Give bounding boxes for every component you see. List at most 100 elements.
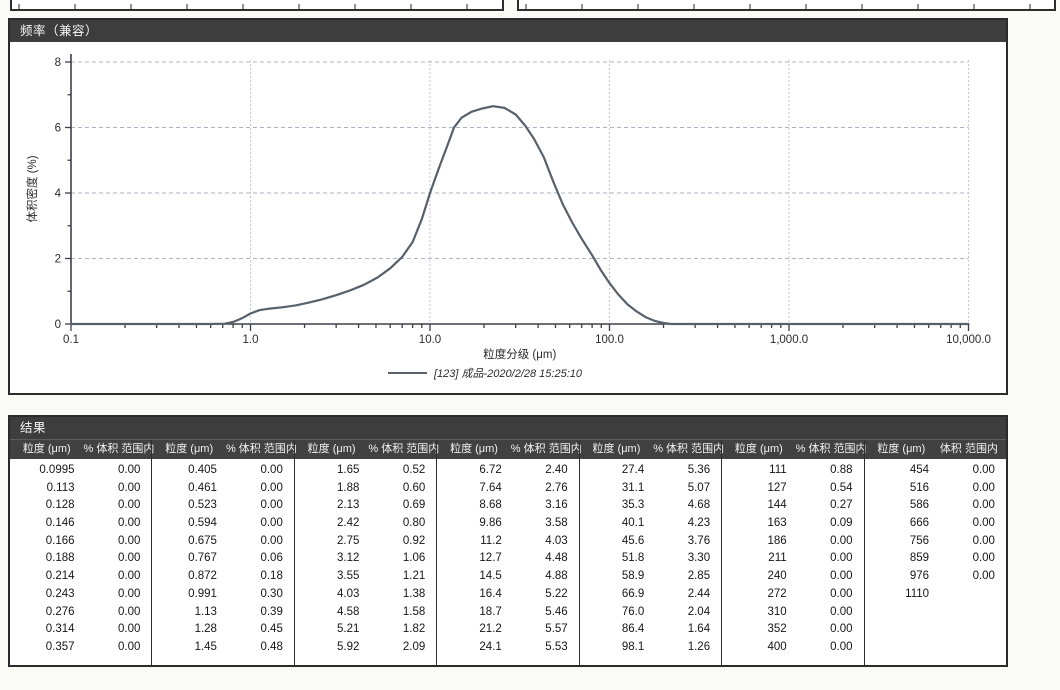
pct-cell: 5.53 [511,639,579,657]
pct-cell: 1.58 [368,604,436,622]
y-tick-label: 2 [55,254,61,266]
size-cell: 35.3 [580,497,654,515]
table-row: 1.280.45 [152,621,293,639]
table-row: 0.1460.00 [10,515,151,533]
table-row: 66.92.44 [580,586,721,604]
pct-cell: 0.00 [938,568,1006,586]
y-tick-label: 8 [55,57,61,69]
pct-cell: 0.00 [84,533,152,551]
pct-cell: 0.00 [938,550,1006,568]
size-cell: 0.243 [10,586,84,604]
frequency-panel: 频率（兼容） 0.11.010.0100.01,000.010,000.0024… [8,18,1008,395]
pct-cell: 4.03 [511,533,579,551]
pct-cell: 0.00 [938,462,1006,480]
size-cell: 2.42 [295,515,369,533]
pct-cell: 2.76 [511,480,579,498]
results-group-header: 粒度 (μm)% 体积 范围内 [579,440,721,459]
frequency-distribution-chart: 0.11.010.0100.01,000.010,000.002468体积密度 … [10,42,1006,393]
table-row: 0.2430.00 [10,586,151,604]
pct-cell: 2.09 [368,639,436,657]
pct-cell: 0.27 [796,497,864,515]
pct-cell: 0.00 [938,497,1006,515]
x-tick-label: 10,000.0 [946,334,991,346]
size-column-header: 粒度 (μm) [722,440,796,459]
size-cell: 4.58 [295,604,369,622]
table-row: 0.4610.00 [152,480,293,498]
y-axis-label: 体积密度 (%) [25,155,39,222]
pct-cell: 1.82 [368,621,436,639]
table-row: 0.2140.00 [10,568,151,586]
pct-cell: 0.69 [368,497,436,515]
pct-cell: 0.00 [84,621,152,639]
size-cell: 21.2 [437,621,511,639]
pct-cell: 0.39 [226,604,294,622]
size-cell: 163 [722,515,796,533]
x-tick-label: 10.0 [419,334,441,346]
table-row: 2.750.92 [295,533,436,551]
pct-cell: 0.00 [796,621,864,639]
table-row: 1270.54 [722,480,863,498]
table-row: 21.25.57 [437,621,578,639]
pct-cell: 2.44 [653,586,721,604]
size-column-header: 粒度 (μm) [580,440,654,459]
size-cell: 1.65 [295,462,369,480]
results-column-headers: 粒度 (μm)% 体积 范围内粒度 (μm)% 体积 范围内粒度 (μm)% 体… [10,439,1006,459]
size-cell: 0.461 [152,480,226,498]
table-row: 0.09950.00 [10,462,151,480]
size-cell: 0.166 [10,533,84,551]
table-row: 3520.00 [722,621,863,639]
size-cell: 0.314 [10,621,84,639]
table-row: 31.15.07 [580,480,721,498]
pct-cell: 3.16 [511,497,579,515]
results-column-group: 6.722.407.642.768.683.169.863.5811.24.03… [436,459,578,665]
table-row: 0.9910.30 [152,586,293,604]
pct-cell [938,586,1006,604]
frequency-panel-title: 频率（兼容） [10,20,1006,42]
size-cell: 976 [865,568,939,586]
size-cell: 756 [865,533,939,551]
size-cell: 11.2 [437,533,511,551]
size-cell: 0.872 [152,568,226,586]
table-row: 0.4050.00 [152,462,293,480]
size-cell: 0.0995 [10,462,84,480]
table-row: 0.1280.00 [10,497,151,515]
size-cell: 310 [722,604,796,622]
table-row: 2.130.69 [295,497,436,515]
size-cell: 111 [722,462,796,480]
size-cell: 1110 [865,586,939,604]
pct-cell: 5.36 [653,462,721,480]
table-row: 5.922.09 [295,639,436,657]
table-row: 5.211.82 [295,621,436,639]
table-row: 4540.00 [865,462,1006,480]
pct-cell: 0.00 [84,550,152,568]
x-tick-label: 100.0 [595,334,624,346]
size-cell: 0.214 [10,568,84,586]
results-table: 0.09950.000.1130.000.1280.000.1460.000.1… [10,459,1006,665]
table-row: 11.24.03 [437,533,578,551]
size-cell: 5.92 [295,639,369,657]
size-cell: 76.0 [580,604,654,622]
size-column-header: 粒度 (μm) [10,440,84,459]
size-cell: 211 [722,550,796,568]
size-cell: 24.1 [437,639,511,657]
results-column-group: 1.650.521.880.602.130.692.420.802.750.92… [294,459,436,665]
table-row: 76.02.04 [580,604,721,622]
size-cell: 859 [865,550,939,568]
size-cell: 5.21 [295,621,369,639]
top-clipped-panel-left [10,0,504,11]
table-row: 9.863.58 [437,515,578,533]
table-row: 3100.00 [722,604,863,622]
pct-cell: 0.00 [226,497,294,515]
pct-cell: 0.00 [84,515,152,533]
size-cell: 3.55 [295,568,369,586]
table-row: 6660.00 [865,515,1006,533]
size-cell: 0.128 [10,497,84,515]
table-row: 4.581.58 [295,604,436,622]
pct-cell: 0.00 [226,462,294,480]
size-cell: 98.1 [580,639,654,657]
size-cell: 0.594 [152,515,226,533]
pct-cell: 0.30 [226,586,294,604]
table-row: 27.45.36 [580,462,721,480]
pct-cell: 0.00 [84,604,152,622]
pct-cell: 5.22 [511,586,579,604]
